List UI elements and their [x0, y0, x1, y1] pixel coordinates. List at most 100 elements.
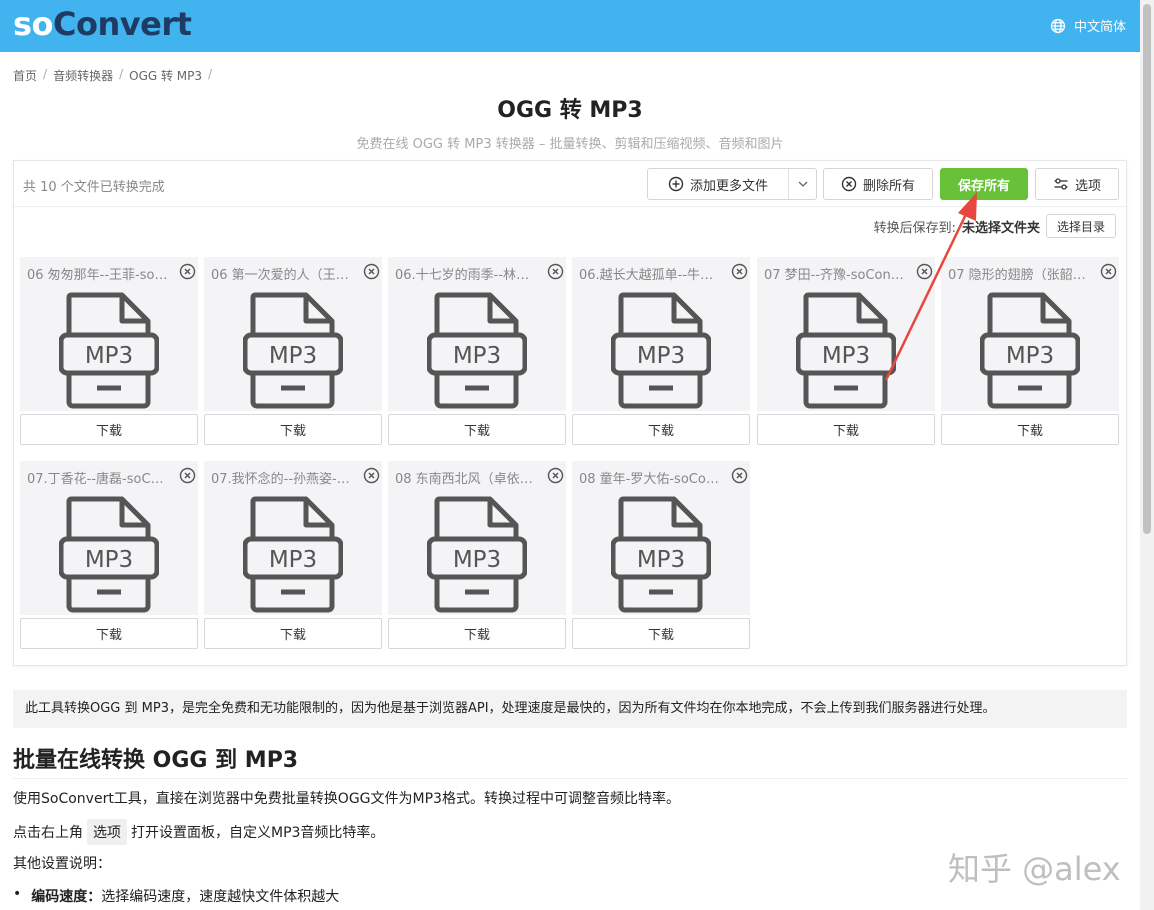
choose-directory-button[interactable]: 选择目录: [1045, 214, 1116, 238]
delete-all-label: 删除所有: [862, 178, 915, 194]
watermark: 知乎 @alex: [948, 850, 1121, 888]
download-button[interactable]: 下载: [204, 414, 382, 445]
file-format-label: MP3: [822, 343, 870, 369]
file-name: 06.十七岁的雨季--林志颖-soConvert.mp3: [395, 268, 537, 283]
page-scrollbar[interactable]: [1140, 0, 1154, 910]
chevron-down-icon: [798, 181, 807, 187]
breadcrumb-separator: /: [43, 67, 48, 81]
download-button[interactable]: 下载: [20, 414, 198, 445]
remove-file-icon[interactable]: [731, 467, 748, 484]
save-to-label: 转换后保存到:: [873, 220, 956, 236]
file-format-label: MP3: [269, 343, 317, 369]
bullet-label: 编码速度：: [31, 889, 102, 905]
remove-file-icon[interactable]: [916, 263, 933, 280]
heading-divider: [13, 778, 1127, 779]
download-button[interactable]: 下载: [204, 618, 382, 649]
page-title: OGG 转 MP3: [497, 98, 643, 123]
add-more-files-label: 添加更多文件: [689, 178, 768, 194]
file-format-label: MP3: [637, 547, 685, 573]
file-name: 07.我怀念的--孙燕姿-soConvert.mp3: [211, 472, 353, 487]
mp3-file-icon: MP3: [243, 292, 343, 409]
section-heading: 批量在线转换 OGG 到 MP3: [13, 748, 299, 773]
file-preview: 07.丁香花--唐磊-soConvert.mp3 MP3: [20, 461, 198, 615]
file-preview: 08 东南西北风（卓依婷）-soConvert.mp3 MP3: [388, 461, 566, 615]
sliders-icon: [1054, 178, 1068, 190]
download-button[interactable]: 下载: [20, 618, 198, 649]
file-preview: 06.十七岁的雨季--林志颖-soConvert.mp3 MP3: [388, 257, 566, 411]
file-name: 06 第一次爱的人（王心凌）-soConvert.mp3: [211, 268, 353, 283]
options-hint-after: 打开设置面板，自定义MP3音频比特率。: [131, 825, 385, 841]
language-label: 中文简体: [1073, 20, 1126, 35]
close-circle-icon: [841, 176, 857, 192]
options-chip: 选项: [87, 819, 127, 845]
mp3-file-icon: MP3: [59, 496, 159, 613]
breadcrumb-audio-converter[interactable]: 音频转换器: [53, 67, 113, 84]
breadcrumb-current[interactable]: OGG 转 MP3: [129, 67, 202, 84]
save-all-button[interactable]: 保存所有: [940, 168, 1028, 200]
mp3-file-icon: MP3: [796, 292, 896, 409]
download-button[interactable]: 下载: [941, 414, 1119, 445]
delete-all-button[interactable]: 删除所有: [823, 168, 933, 200]
file-format-label: MP3: [85, 343, 133, 369]
file-card: 07.我怀念的--孙燕姿-soConvert.mp3 MP3 下载: [204, 461, 382, 649]
remove-file-icon[interactable]: [731, 263, 748, 280]
options-hint-before: 点击右上角: [13, 825, 83, 841]
download-button[interactable]: 下载: [388, 618, 566, 649]
file-card: 08 童年-罗大佑-soConvert.mp3 MP3 下载: [572, 461, 750, 649]
file-preview: 07.我怀念的--孙燕姿-soConvert.mp3 MP3: [204, 461, 382, 615]
file-format-label: MP3: [453, 343, 501, 369]
top-navbar: soConvert 中文简体: [0, 0, 1140, 52]
file-card: 06 第一次爱的人（王心凌）-soConvert.mp3 MP3 下载: [204, 257, 382, 445]
file-name: 07 隐形的翅膀（张韶涵）-soConvert.mp3: [948, 268, 1090, 283]
options-label: 选项: [1074, 178, 1101, 194]
remove-file-icon[interactable]: [547, 263, 564, 280]
scrollbar-thumb[interactable]: [1143, 4, 1151, 534]
file-card: 07 梦田--齐豫-soConvert.mp3 MP3 下载: [757, 257, 935, 445]
download-button[interactable]: 下载: [388, 414, 566, 445]
paragraph-other-settings: 其他设置说明：: [13, 856, 111, 872]
add-more-files-button[interactable]: 添加更多文件: [647, 168, 817, 200]
file-name: 06.越长大越孤单--牛奶咖啡-soConvert.mp3: [579, 268, 721, 283]
logo[interactable]: soConvert: [13, 4, 192, 44]
language-switcher[interactable]: 中文简体: [1050, 16, 1126, 35]
page-subtitle: 免费在线 OGG 转 MP3 转换器 – 批量转换、剪辑和压缩视频、音频和图片: [356, 137, 784, 152]
download-button[interactable]: 下载: [757, 414, 935, 445]
file-format-label: MP3: [1006, 343, 1054, 369]
mp3-file-icon: MP3: [611, 496, 711, 613]
file-preview: 06.越长大越孤单--牛奶咖啡-soConvert.mp3 MP3: [572, 257, 750, 411]
converter-panel: 共 10 个文件已转换完成 添加更多文件 删除所有 保存所有 选项 转换后保存到…: [13, 160, 1127, 666]
bullet-dot: •: [13, 886, 22, 902]
download-button[interactable]: 下载: [572, 414, 750, 445]
file-preview: 06 第一次爱的人（王心凌）-soConvert.mp3 MP3: [204, 257, 382, 411]
file-format-label: MP3: [85, 547, 133, 573]
file-card: 06.越长大越孤单--牛奶咖啡-soConvert.mp3 MP3 下载: [572, 257, 750, 445]
remove-file-icon[interactable]: [179, 263, 196, 280]
file-name: 06 匆匆那年--王菲-soConvert.mp3: [27, 268, 169, 283]
plus-circle-icon: [668, 176, 684, 192]
options-button[interactable]: 选项: [1035, 168, 1119, 200]
add-files-dropdown-toggle[interactable]: [788, 169, 816, 199]
file-preview: 06 匆匆那年--王菲-soConvert.mp3 MP3: [20, 257, 198, 411]
mp3-file-icon: MP3: [59, 292, 159, 409]
breadcrumb-separator: /: [208, 67, 213, 81]
file-name: 08 童年-罗大佑-soConvert.mp3: [579, 472, 721, 487]
globe-icon: [1050, 18, 1066, 33]
mp3-file-icon: MP3: [243, 496, 343, 613]
mp3-file-icon: MP3: [427, 292, 527, 409]
info-banner: 此工具转换OGG 到 MP3，是完全免费和无功能限制的，因为他是基于浏览器API…: [13, 690, 1127, 728]
remove-file-icon[interactable]: [547, 467, 564, 484]
save-destination: 转换后保存到: 未选择文件夹 选择目录: [874, 214, 1116, 238]
file-card: 08 东南西北风（卓依婷）-soConvert.mp3 MP3 下载: [388, 461, 566, 649]
file-card: 06.十七岁的雨季--林志颖-soConvert.mp3 MP3 下载: [388, 257, 566, 445]
remove-file-icon[interactable]: [179, 467, 196, 484]
file-format-label: MP3: [269, 547, 317, 573]
list-item: • 编码速度：选择编码速度，速度越快文件体积越大: [13, 886, 339, 906]
panel-toolbar: 共 10 个文件已转换完成 添加更多文件 删除所有 保存所有 选项: [14, 161, 1126, 207]
remove-file-icon[interactable]: [1100, 263, 1117, 280]
remove-file-icon[interactable]: [363, 263, 380, 280]
breadcrumb-separator: /: [119, 67, 124, 81]
download-button[interactable]: 下载: [572, 618, 750, 649]
remove-file-icon[interactable]: [363, 467, 380, 484]
breadcrumb-home[interactable]: 首页: [13, 67, 37, 84]
mp3-file-icon: MP3: [427, 496, 527, 613]
